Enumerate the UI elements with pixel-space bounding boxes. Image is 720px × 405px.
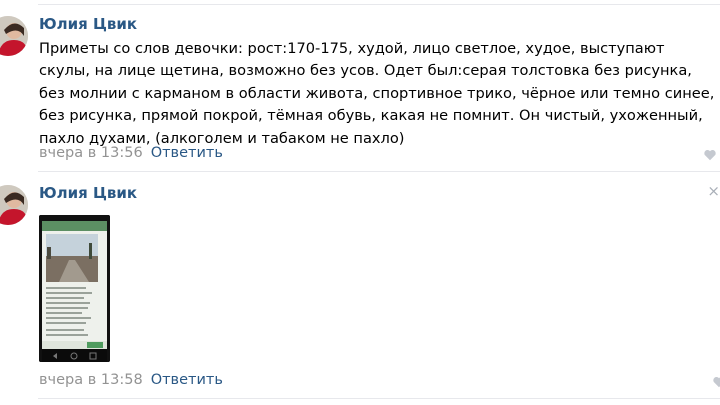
reply-button[interactable]: Ответить [151, 372, 223, 388]
divider [38, 398, 720, 399]
attachment-image[interactable] [39, 215, 110, 362]
close-icon[interactable]: × [707, 182, 720, 200]
reply-button[interactable]: Ответить [151, 145, 223, 161]
divider [38, 171, 720, 172]
comment-date[interactable]: вчера в 13:56 [39, 145, 143, 161]
avatar[interactable] [0, 185, 28, 225]
heart-icon[interactable] [703, 147, 717, 161]
comment-author[interactable]: Юлия Цвик [39, 15, 137, 33]
comment-meta: вчера в 13:56 Ответить [39, 145, 223, 161]
comment-text: Приметы со слов девочки: рост:170-175, х… [39, 40, 715, 147]
divider [38, 4, 720, 5]
comment-date[interactable]: вчера в 13:58 [39, 372, 143, 388]
comment: Юлия Цвик Приметы со слов девочки: рост:… [0, 8, 720, 178]
comments-feed: Юлия Цвик Приметы со слов девочки: рост:… [0, 0, 720, 405]
comment: Юлия Цвик × вчера в 13:58 Ответить [0, 177, 720, 405]
comment-meta: вчера в 13:58 Ответить [39, 372, 223, 388]
heart-icon[interactable] [712, 374, 720, 388]
comment-author[interactable]: Юлия Цвик [39, 184, 137, 202]
avatar[interactable] [0, 16, 28, 56]
